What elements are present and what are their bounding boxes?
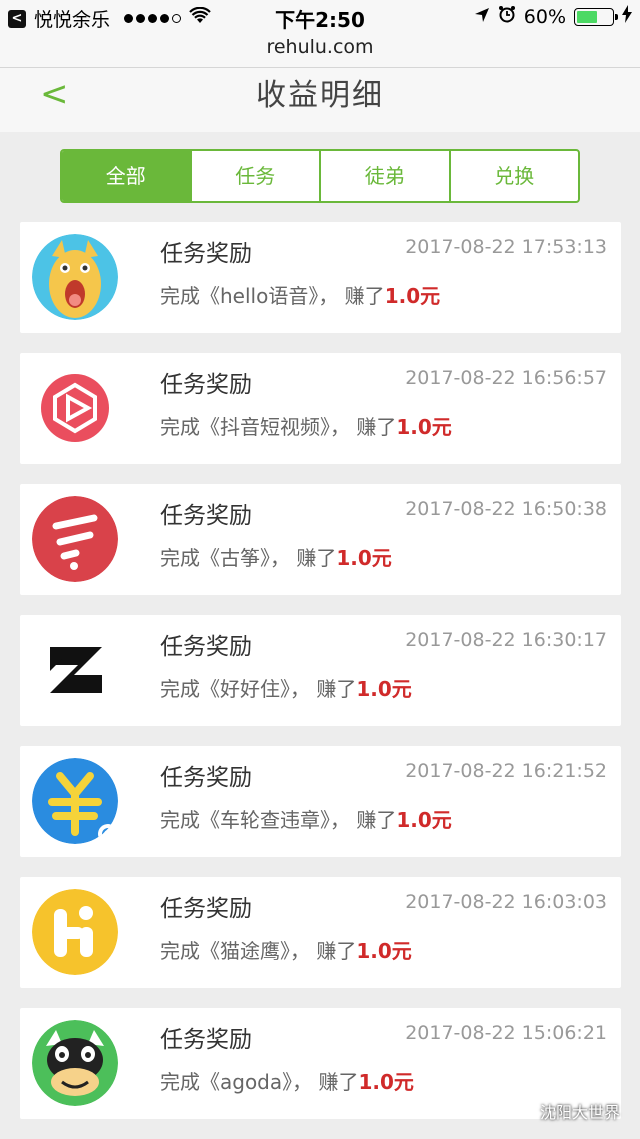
record-amount: 1.0元 xyxy=(384,284,441,308)
url-text: rehulu.com xyxy=(266,36,374,58)
guzheng-icon xyxy=(32,496,118,582)
record-amount: 1.0元 xyxy=(336,546,392,570)
yuan-icon xyxy=(32,758,118,844)
tab-tasks[interactable]: 任务 xyxy=(189,151,320,201)
list-item[interactable]: 任务奖励 2017-08-22 16:50:38 完成《古筝》， 赚了1.0元 xyxy=(20,484,621,595)
page-title: 收益明细 xyxy=(256,78,384,113)
record-amount: 1.0元 xyxy=(358,1070,414,1094)
status-bar: < 悦悦余乐 下午2:50 60% xyxy=(0,0,640,34)
list-item[interactable]: 任务奖励 2017-08-22 16:56:57 完成《抖音短视频》， 赚了1.… xyxy=(20,353,621,464)
record-time: 2017-08-22 16:50:38 xyxy=(405,498,607,520)
location-icon xyxy=(474,6,490,28)
cow-icon xyxy=(32,1020,118,1106)
record-text: 完成《好好住》， 赚了 xyxy=(160,677,357,701)
list-item[interactable]: 任务奖励 2017-08-22 16:03:03 完成《猫途鹰》， 赚了1.0元 xyxy=(20,877,621,988)
tab-all[interactable]: 全部 xyxy=(62,151,190,201)
record-text: 完成《抖音短视频》， 赚了 xyxy=(160,415,397,439)
record-description: 完成《古筝》， 赚了1.0元 xyxy=(160,542,392,571)
page-header: < 收益明细 xyxy=(0,68,640,132)
record-description: 完成《猫途鹰》， 赚了1.0元 xyxy=(160,935,412,964)
list-item[interactable]: 任务奖励 2017-08-22 16:21:52 完成《车轮查违章》， 赚了1.… xyxy=(20,746,621,857)
douyin-icon xyxy=(32,365,118,451)
record-description: 完成《好好住》， 赚了1.0元 xyxy=(160,673,412,702)
record-time: 2017-08-22 16:03:03 xyxy=(405,891,607,913)
url-bar[interactable]: rehulu.com xyxy=(0,34,640,68)
record-description: 完成《车轮查违章》， 赚了1.0元 xyxy=(160,804,452,833)
llama-icon xyxy=(32,234,118,320)
watermark-text: 沈阳大世界 xyxy=(539,1103,620,1122)
record-title: 任务奖励 xyxy=(160,896,252,922)
list-item[interactable]: 任务奖励 2017-08-22 17:53:13 完成《hello语音》， 赚了… xyxy=(20,222,621,333)
haohaozhu-icon xyxy=(32,627,118,713)
record-text: 完成《agoda》， 赚了 xyxy=(160,1070,359,1094)
record-title: 任务奖励 xyxy=(160,503,252,529)
record-description: 完成《agoda》， 赚了1.0元 xyxy=(160,1066,414,1095)
record-amount: 1.0元 xyxy=(396,415,452,439)
list-item[interactable]: 任务奖励 2017-08-22 16:30:17 完成《好好住》， 赚了1.0元 xyxy=(20,615,621,726)
record-description: 完成《抖音短视频》， 赚了1.0元 xyxy=(160,411,452,440)
record-time: 2017-08-22 16:21:52 xyxy=(405,760,607,782)
battery-icon xyxy=(574,7,618,26)
earnings-list: 任务奖励 2017-08-22 17:53:13 完成《hello语音》， 赚了… xyxy=(20,222,621,1139)
battery-percent: 60% xyxy=(523,5,566,28)
record-amount: 1.0元 xyxy=(356,939,412,963)
filter-tabs: 全部 任务 徒弟 兑换 xyxy=(60,149,580,203)
record-text: 完成《车轮查违章》， 赚了 xyxy=(160,808,397,832)
record-amount: 1.0元 xyxy=(356,677,412,701)
record-text: 完成《猫途鹰》， 赚了 xyxy=(160,939,357,963)
record-time: 2017-08-22 16:56:57 xyxy=(405,367,607,389)
record-time: 2017-08-22 17:53:13 xyxy=(405,236,607,258)
record-amount: 1.0元 xyxy=(396,808,452,832)
record-time: 2017-08-22 16:30:17 xyxy=(405,629,607,651)
record-title: 任务奖励 xyxy=(160,241,252,267)
watermark: 沈阳大世界 xyxy=(511,1099,620,1123)
wechat-icon xyxy=(511,1100,534,1122)
record-title: 任务奖励 xyxy=(160,1027,252,1053)
record-text: 完成《古筝》， 赚了 xyxy=(160,546,337,570)
tab-exchange[interactable]: 兑换 xyxy=(448,151,579,201)
hi-icon xyxy=(32,889,118,975)
record-title: 任务奖励 xyxy=(160,372,252,398)
tab-apprentices[interactable]: 徒弟 xyxy=(319,151,449,201)
record-time: 2017-08-22 15:06:21 xyxy=(405,1022,607,1044)
alarm-icon xyxy=(498,5,516,28)
record-text: 完成《hello语音》， 赚了 xyxy=(160,284,385,308)
charging-icon xyxy=(622,5,632,28)
record-title: 任务奖励 xyxy=(160,634,252,660)
record-description: 完成《hello语音》， 赚了1.0元 xyxy=(160,280,440,309)
record-title: 任务奖励 xyxy=(160,765,252,791)
